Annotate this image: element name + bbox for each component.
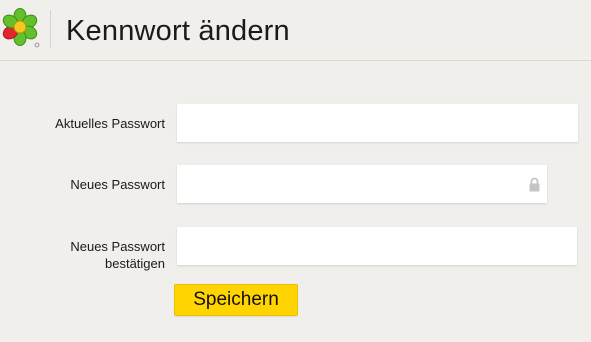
save-button[interactable]: Speichern xyxy=(174,284,298,316)
current-password-label: Aktuelles Passwort xyxy=(55,116,165,131)
header-divider xyxy=(50,10,51,48)
confirm-password-field[interactable] xyxy=(177,227,577,265)
header: Kennwort ändern xyxy=(0,0,591,61)
confirm-password-label-line1: Neues Passwort xyxy=(70,239,165,254)
new-password-label: Neues Passwort xyxy=(70,177,165,192)
current-password-field[interactable] xyxy=(177,104,578,142)
confirm-password-label: Neues Passwort bestätigen xyxy=(70,238,165,272)
lock-icon xyxy=(528,177,541,192)
new-password-field[interactable] xyxy=(177,165,547,203)
confirm-password-label-line2: bestätigen xyxy=(105,256,165,271)
icq-flower-logo-icon xyxy=(2,8,40,48)
page-title: Kennwort ändern xyxy=(66,15,290,47)
